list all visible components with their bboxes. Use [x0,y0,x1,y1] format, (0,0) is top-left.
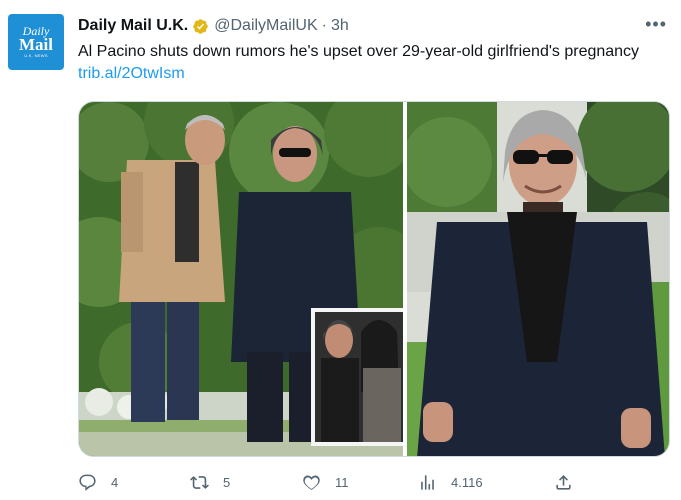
like-icon [303,474,320,490]
photo-man-sunglasses[interactable] [407,102,669,456]
views-count: 4.116 [451,474,483,490]
avatar[interactable]: Daily Mail U.K. NEWS [8,14,64,70]
avatar-logo-line1: Daily [22,24,50,38]
reply-icon [79,474,96,491]
action-bar: 4 5 11 4.116 [78,470,668,494]
retweet-count: 5 [223,474,231,490]
views-button[interactable]: 4.116 [418,470,483,494]
tweet-body: Al Pacino shuts down rumors he's upset o… [78,43,640,60]
like-button[interactable]: 11 [302,470,349,494]
retweet-icon [190,475,209,489]
reply-button[interactable]: 4 [78,470,118,494]
avatar-logo-line2: Mail [19,35,53,54]
more-icon[interactable]: ••• [645,14,667,34]
separator-dot: · [321,17,327,34]
tweet-header: Daily Mail U.K. @DailyMailUK · 3h [78,16,349,36]
share-button[interactable] [554,470,587,494]
photo-two-men-walking[interactable] [79,102,403,456]
author-handle[interactable]: @DailyMailUK [214,17,317,35]
like-count: 11 [335,474,349,490]
tweet-link[interactable]: trib.al/2OtwIsm [78,65,185,82]
timestamp[interactable]: 3h [331,17,349,35]
views-icon [421,474,434,490]
author-name[interactable]: Daily Mail U.K. [78,17,188,35]
photo-two-men-walking-image [79,102,403,456]
share-icon [556,474,571,490]
tweet-text: Al Pacino shuts down rumors he's upset o… [78,41,668,85]
reply-count: 4 [111,474,119,490]
avatar-logo-line3: U.K. NEWS [24,53,48,58]
verified-badge-icon [193,18,209,34]
tweet-media[interactable] [78,101,670,457]
retweet-button[interactable]: 5 [190,470,230,494]
photo-man-sunglasses-image [407,102,669,456]
